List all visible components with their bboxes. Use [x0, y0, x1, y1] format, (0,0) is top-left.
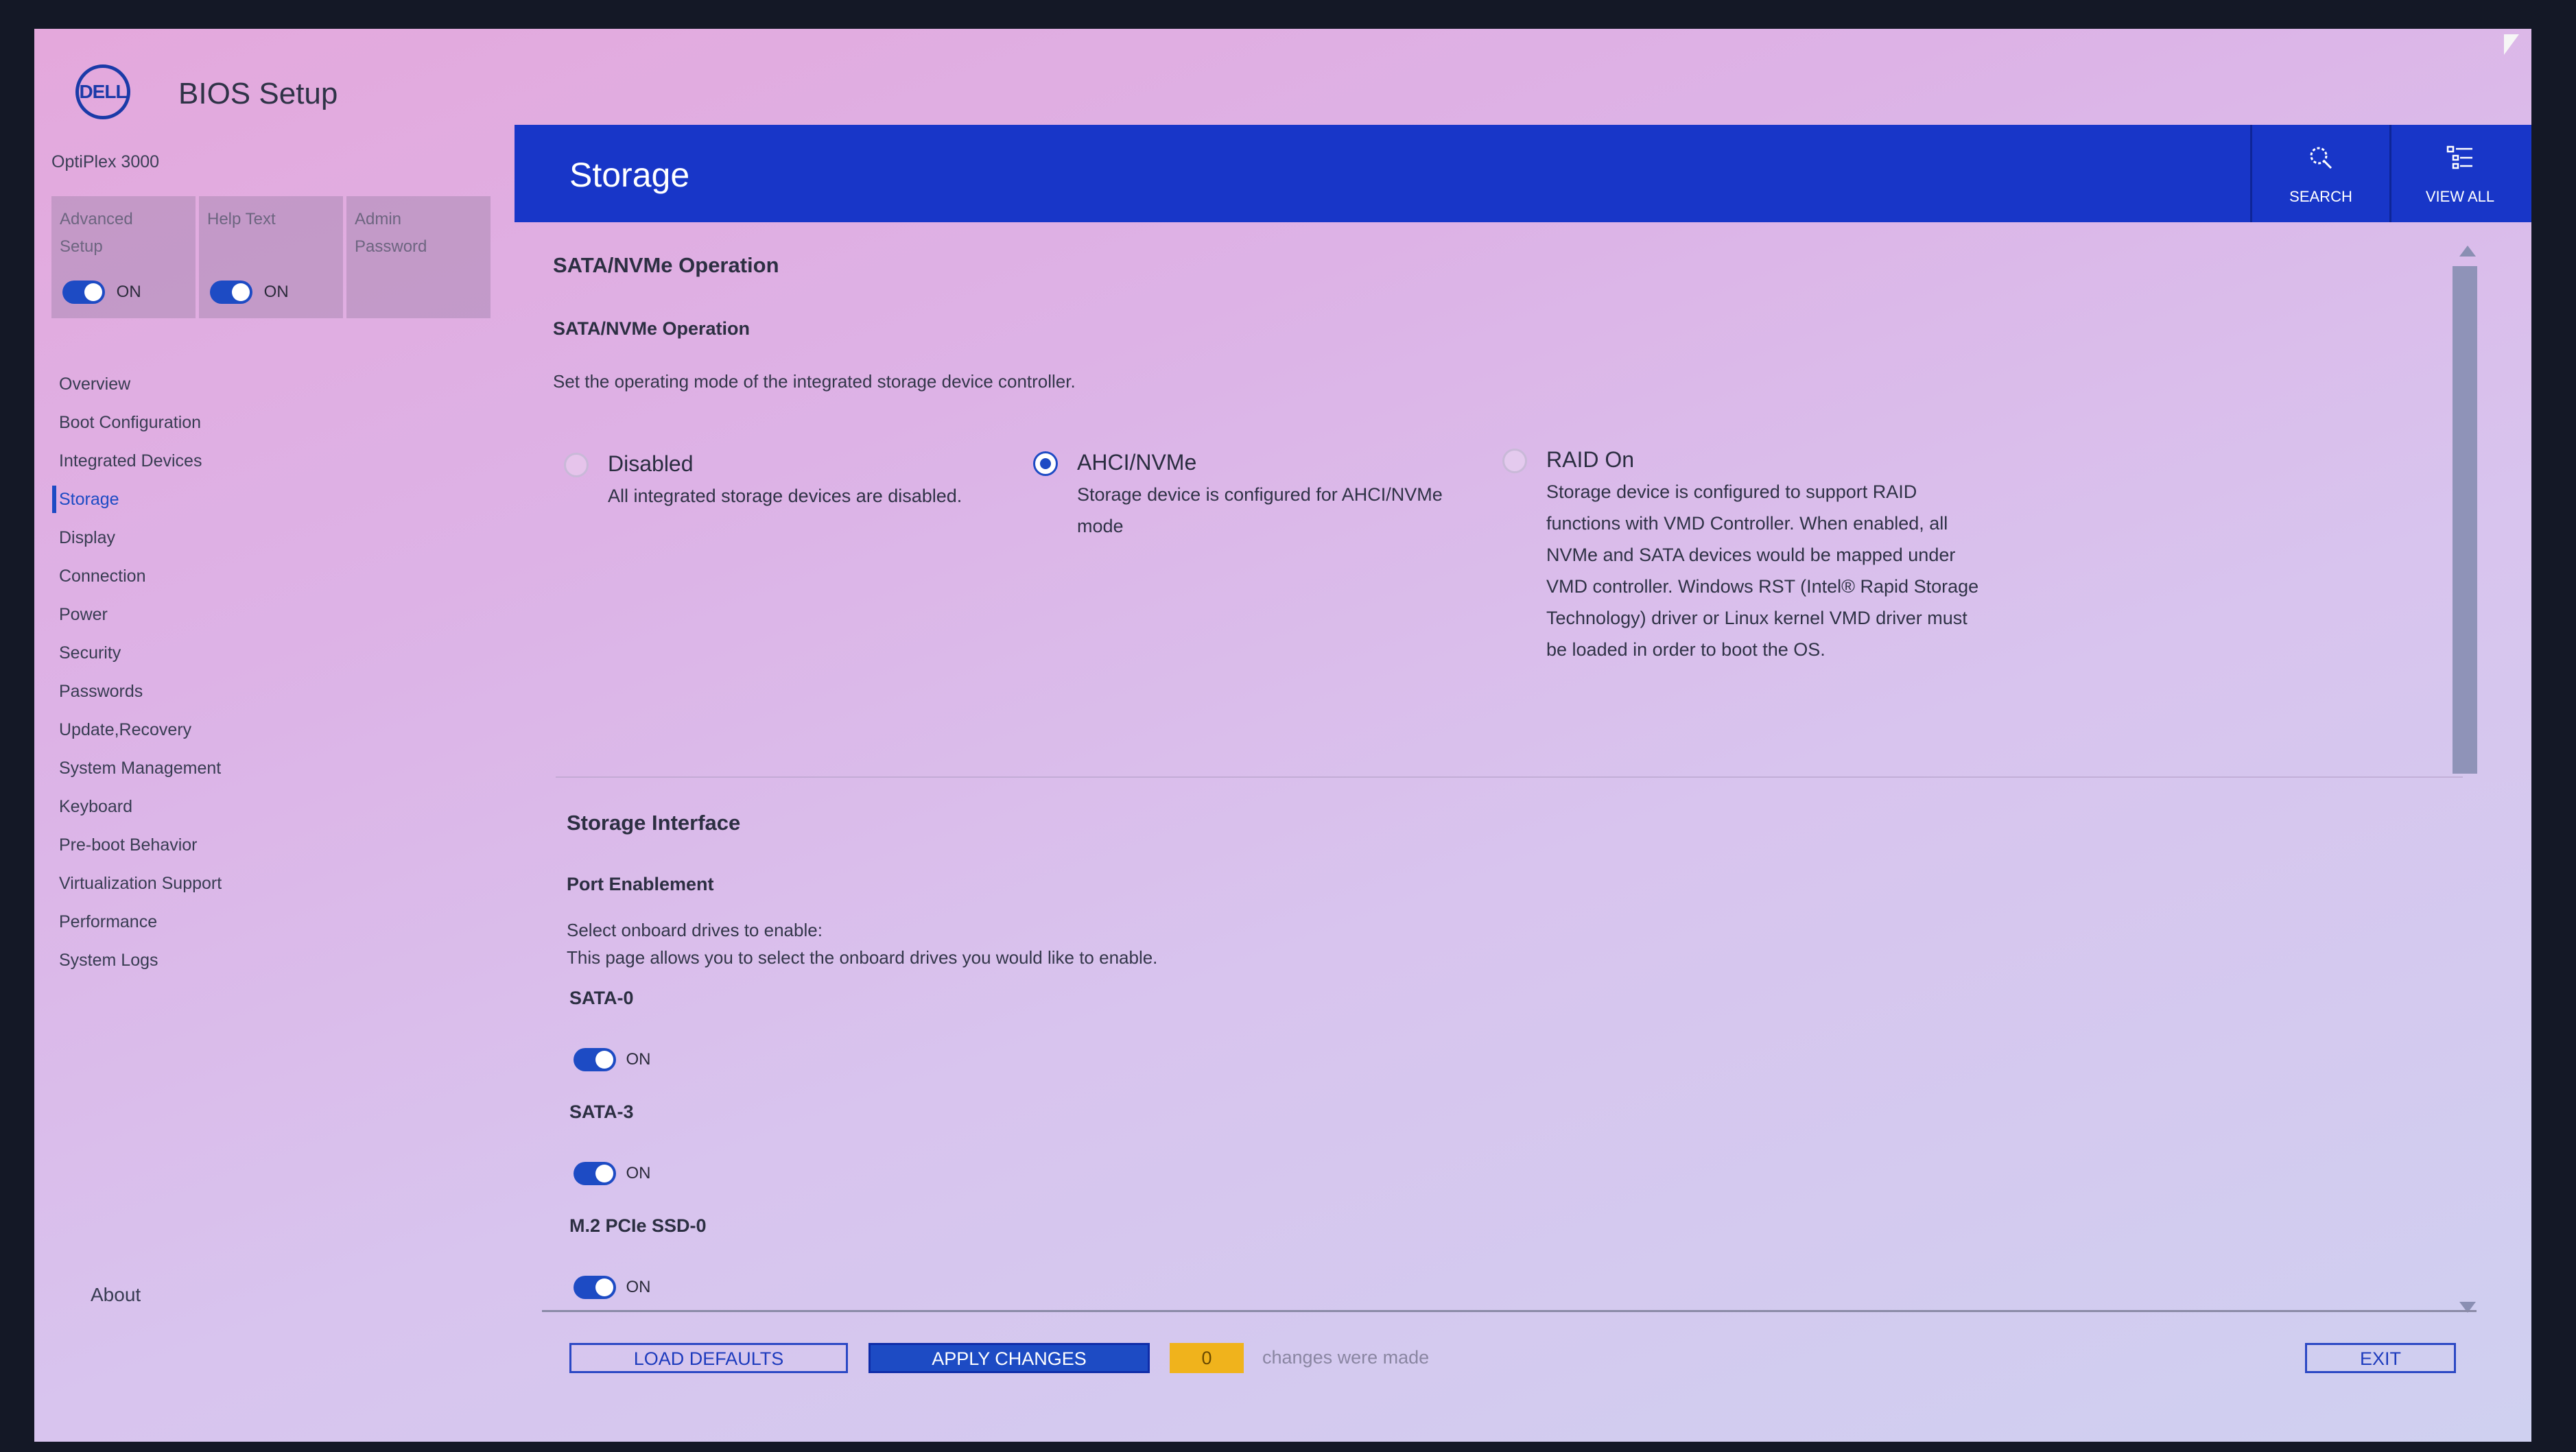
- sidebar-item-display[interactable]: Display: [34, 519, 501, 557]
- page-title: Storage: [569, 156, 690, 194]
- scrollbar-thumb[interactable]: [2453, 266, 2477, 774]
- setting-title-port-enablement: Port Enablement: [567, 874, 714, 894]
- content-panel: SATA/NVMe Operation SATA/NVMe Operation …: [515, 222, 2477, 1313]
- advanced-setup-tile[interactable]: Advanced Setup ON: [51, 196, 196, 318]
- search-label: SEARCH: [2289, 188, 2352, 205]
- change-count-badge: 0: [1170, 1343, 1244, 1373]
- view-all-button[interactable]: VIEW ALL: [2389, 125, 2529, 222]
- port-name: SATA-3: [569, 1102, 634, 1122]
- search-icon: [2310, 147, 2332, 169]
- sidebar-item-preboot-behavior[interactable]: Pre-boot Behavior: [34, 826, 501, 864]
- app-title: BIOS Setup: [178, 77, 338, 110]
- sidebar-item-connection[interactable]: Connection: [34, 557, 501, 595]
- section-divider: [556, 776, 2463, 778]
- changes-status-text: changes were made: [1262, 1347, 1430, 1368]
- toggle-state: ON: [626, 1278, 651, 1296]
- sidebar-item-power[interactable]: Power: [34, 595, 501, 634]
- tile-label: Help Text: [207, 210, 276, 228]
- page-titlebar: Storage SEARCH VIEW ALL: [515, 125, 2531, 222]
- radio-raid-on[interactable]: [1502, 449, 1527, 473]
- dell-logo: DELL: [75, 64, 130, 119]
- option-desc-disabled: All integrated storage devices are disab…: [608, 486, 962, 506]
- admin-password-tile[interactable]: Admin Password: [346, 196, 491, 318]
- sidebar-item-system-management[interactable]: System Management: [34, 749, 501, 787]
- sidebar-item-keyboard[interactable]: Keyboard: [34, 787, 501, 826]
- sidebar-item-passwords[interactable]: Passwords: [34, 672, 501, 711]
- option-desc-raid-on: Storage device is configured to support …: [1546, 481, 1979, 660]
- toggle-state: ON: [263, 283, 289, 301]
- option-desc-ahci-nvme: Storage device is configured for AHCI/NV…: [1077, 484, 1443, 536]
- sidebar-nav: Overview Boot Configuration Integrated D…: [34, 365, 501, 979]
- port-name: M.2 PCIe SSD-0: [569, 1215, 707, 1236]
- setting-description: Set the operating mode of the integrated…: [553, 371, 1076, 392]
- sidebar-item-performance[interactable]: Performance: [34, 903, 501, 941]
- tile-label: Setup: [60, 237, 103, 256]
- search-button[interactable]: SEARCH: [2250, 125, 2389, 222]
- toggle-state: ON: [116, 283, 141, 301]
- option-label-raid-on: RAID On: [1546, 447, 1635, 472]
- view-all-label: VIEW ALL: [2425, 188, 2495, 205]
- mouse-cursor-icon: [2504, 34, 2519, 55]
- content-scrollbar[interactable]: [2453, 228, 2480, 1346]
- tile-label: Admin: [355, 210, 402, 228]
- model-name: OptiPlex 3000: [51, 152, 160, 171]
- port-name: SATA-0: [569, 988, 634, 1008]
- tile-label: Advanced: [60, 210, 133, 228]
- sidebar-item-virtualization-support[interactable]: Virtualization Support: [34, 864, 501, 903]
- help-text-tile[interactable]: Help Text ON: [199, 196, 343, 318]
- sidebar-item-system-logs[interactable]: System Logs: [34, 941, 501, 979]
- sidebar-item-boot-configuration[interactable]: Boot Configuration: [34, 403, 501, 442]
- bios-screen: DELL BIOS Setup OptiPlex 3000 Advanced S…: [34, 29, 2531, 1442]
- tile-label: Password: [355, 237, 427, 256]
- load-defaults-button[interactable]: LOAD DEFAULTS: [569, 1343, 848, 1373]
- apply-changes-button[interactable]: APPLY CHANGES: [868, 1343, 1150, 1373]
- sidebar-item-integrated-devices[interactable]: Integrated Devices: [34, 442, 501, 480]
- exit-button[interactable]: EXIT: [2305, 1343, 2456, 1373]
- option-label-disabled: Disabled: [608, 451, 694, 476]
- option-label-ahci-nvme: AHCI/NVMe: [1077, 450, 1197, 475]
- port-desc-line1: Select onboard drives to enable:: [567, 920, 823, 940]
- view-all-icon: [2446, 145, 2472, 169]
- section-title-sata: SATA/NVMe Operation: [553, 253, 779, 277]
- radio-disabled[interactable]: [564, 453, 589, 477]
- advanced-setup-toggle[interactable]: [62, 281, 105, 304]
- toggle-state: ON: [626, 1050, 651, 1069]
- help-text-toggle[interactable]: [210, 281, 252, 304]
- section-title-storage-interface: Storage Interface: [567, 811, 741, 835]
- radio-ahci-nvme[interactable]: [1033, 451, 1058, 476]
- toggle-state: ON: [626, 1164, 651, 1182]
- setting-title-sata: SATA/NVMe Operation: [553, 318, 751, 339]
- m2-pcie-ssd-0-toggle[interactable]: [574, 1276, 616, 1299]
- port-desc-line2: This page allows you to select the onboa…: [567, 947, 1158, 968]
- about-link[interactable]: About: [91, 1284, 141, 1306]
- scroll-up-arrow-icon[interactable]: [2459, 246, 2476, 257]
- sidebar-item-storage[interactable]: Storage: [34, 480, 501, 519]
- sidebar-item-overview[interactable]: Overview: [34, 365, 501, 403]
- sidebar-item-security[interactable]: Security: [34, 634, 501, 672]
- footer-divider: [542, 1310, 2477, 1312]
- sata-0-toggle[interactable]: [574, 1048, 616, 1071]
- sata-3-toggle[interactable]: [574, 1162, 616, 1185]
- sidebar-item-update-recovery[interactable]: Update,Recovery: [34, 711, 501, 749]
